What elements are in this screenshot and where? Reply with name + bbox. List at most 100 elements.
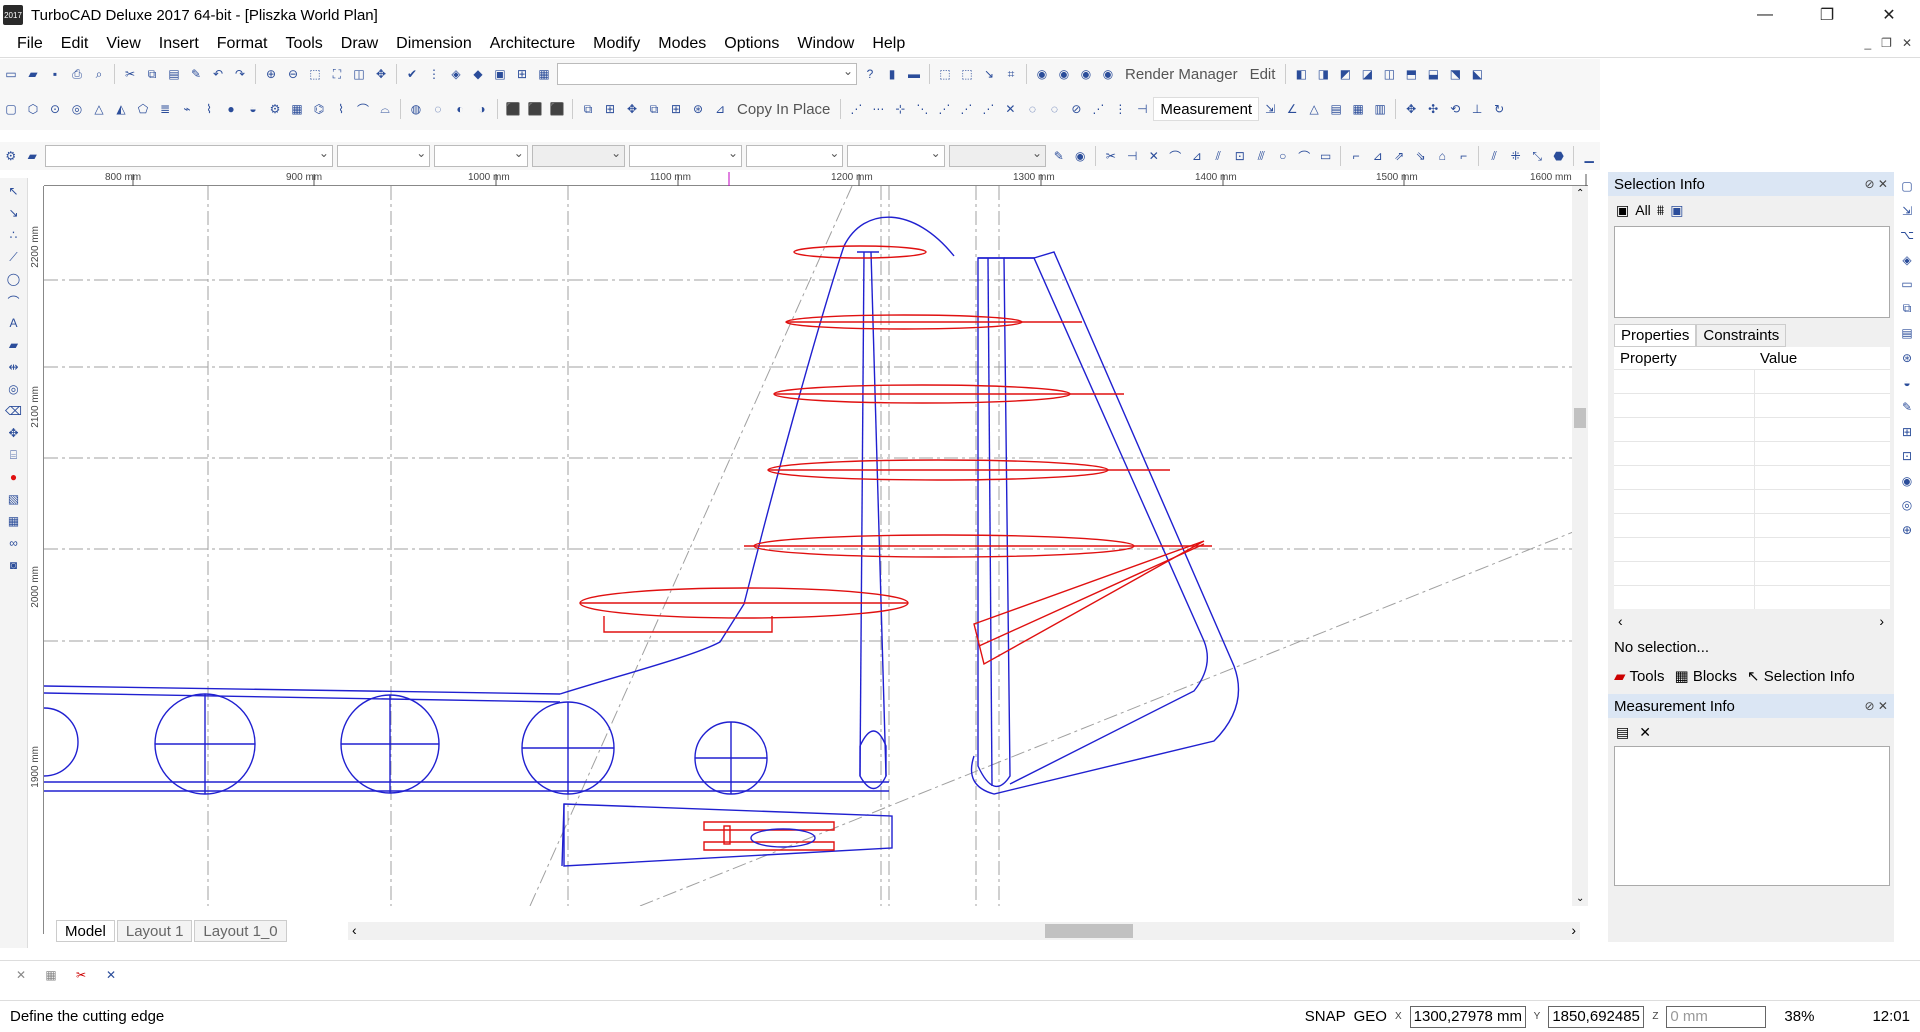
snap-extend-icon[interactable]: ⋰ bbox=[1089, 100, 1107, 118]
sphere-icon[interactable]: ● bbox=[222, 100, 240, 118]
layer-icon[interactable]: ◈ bbox=[447, 65, 465, 83]
transform-reset-icon[interactable]: ↻ bbox=[1490, 100, 1508, 118]
select-filter-icon[interactable]: ▣ bbox=[1616, 202, 1629, 219]
lineweight-select[interactable] bbox=[531, 145, 626, 167]
circle-draw-icon[interactable]: ◯ bbox=[5, 270, 23, 288]
menu-insert[interactable]: Insert bbox=[150, 35, 208, 53]
sweep-icon[interactable]: ⌁ bbox=[178, 100, 196, 118]
clear-icon[interactable]: ✕ bbox=[1639, 724, 1651, 741]
doc-restore-icon[interactable]: ❐ bbox=[1881, 36, 1892, 50]
block-icon[interactable]: ▣ bbox=[491, 65, 509, 83]
select-arrow-icon[interactable]: ↖ bbox=[5, 182, 23, 200]
chamfer-icon[interactable]: ⌓ bbox=[376, 100, 394, 118]
palette-icon-3[interactable]: ⌥ bbox=[1898, 227, 1916, 244]
scroll-down-icon[interactable]: ⌄ bbox=[1576, 893, 1584, 904]
snap-align-icon[interactable]: ⋮ bbox=[1111, 100, 1129, 118]
palette-icon-13[interactable]: ◉ bbox=[1898, 472, 1916, 489]
zoom-in-icon[interactable]: ⊕ bbox=[262, 65, 280, 83]
stretch-icon[interactable]: ⇗ bbox=[1390, 147, 1408, 165]
snap-tangent-icon[interactable]: ⋰ bbox=[935, 100, 953, 118]
y-coordinate-field[interactable]: 1850,692485 bbox=[1548, 1005, 1645, 1028]
geo-toggle[interactable]: GEO bbox=[1354, 1008, 1387, 1025]
table-toggle-icon[interactable]: ▦ bbox=[42, 966, 60, 984]
drawing-canvas[interactable] bbox=[44, 186, 1588, 906]
tool-option-icon-2[interactable]: ✕ bbox=[102, 966, 120, 984]
underline-icon[interactable]: ▁ bbox=[1580, 147, 1598, 165]
save-icon[interactable]: ▪ bbox=[46, 65, 64, 83]
snap-angle-icon[interactable]: ⊣ bbox=[1133, 100, 1151, 118]
view-back-icon[interactable]: ◨ bbox=[1314, 65, 1332, 83]
stop-icon[interactable]: ⬣ bbox=[1550, 147, 1568, 165]
render-icon-1[interactable]: ◉ bbox=[1033, 65, 1051, 83]
zoom-out-icon[interactable]: ⊖ bbox=[284, 65, 302, 83]
menu-view[interactable]: View bbox=[97, 35, 149, 53]
mesh-icon[interactable]: ▦ bbox=[288, 100, 306, 118]
cancel-icon[interactable]: ✕ bbox=[12, 966, 30, 984]
select-blue-icon[interactable]: ▣ bbox=[1670, 202, 1683, 219]
menu-modes[interactable]: Modes bbox=[649, 35, 715, 53]
menu-edit[interactable]: Edit bbox=[52, 35, 98, 53]
thickness-select[interactable] bbox=[948, 145, 1046, 167]
explode-2d-icon[interactable]: ⁜ bbox=[1507, 147, 1525, 165]
grid-array-icon[interactable]: ⊞ bbox=[601, 100, 619, 118]
palette-icon-4[interactable]: ◈ bbox=[1898, 252, 1916, 269]
extend-icon[interactable]: ⊣ bbox=[1123, 147, 1141, 165]
snap-perp-icon[interactable]: ⋰ bbox=[957, 100, 975, 118]
join-icon[interactable]: ⫻ bbox=[1252, 147, 1270, 165]
menu-dimension[interactable]: Dimension bbox=[387, 35, 481, 53]
scroll-thumb[interactable] bbox=[1574, 408, 1586, 428]
doc-minimize-icon[interactable]: _ bbox=[1864, 36, 1871, 50]
shell-icon[interactable]: ◑ bbox=[473, 100, 491, 118]
split-icon[interactable]: ⫽ bbox=[1485, 147, 1503, 165]
table-icon[interactable]: ▤ bbox=[1616, 724, 1629, 741]
selection-info-tab[interactable]: ↖ Selection Info bbox=[1747, 667, 1855, 685]
stop-tool-icon[interactable]: ● bbox=[5, 468, 23, 486]
offset-icon[interactable]: ⫽ bbox=[1209, 147, 1227, 165]
snap-intersect-icon[interactable]: ✕ bbox=[1001, 100, 1019, 118]
trim-icon[interactable]: ✂ bbox=[1102, 147, 1120, 165]
layer-tool-icon[interactable]: ▦ bbox=[5, 512, 23, 530]
menu-modify[interactable]: Modify bbox=[584, 35, 649, 53]
explode-icon[interactable]: ⊞ bbox=[513, 65, 531, 83]
cube-icon[interactable]: ⬡ bbox=[24, 100, 42, 118]
camera-icon[interactable]: ◙ bbox=[5, 556, 23, 574]
print-icon[interactable]: ⎙ bbox=[68, 65, 86, 83]
extrude-icon[interactable]: ⬛ bbox=[504, 100, 522, 118]
layer-select[interactable] bbox=[45, 145, 333, 167]
transform-scale-icon[interactable]: ⟲ bbox=[1446, 100, 1464, 118]
select-filter-icon[interactable]: ◆ bbox=[469, 65, 487, 83]
cone-icon[interactable]: △ bbox=[90, 100, 108, 118]
palette-icon-12[interactable]: ⊡ bbox=[1898, 448, 1916, 465]
palette-icon-2[interactable]: ⇲ bbox=[1898, 203, 1916, 220]
zoom-previous-icon[interactable]: ◫ bbox=[350, 65, 368, 83]
measure-grid-icon[interactable]: ▦ bbox=[1349, 100, 1367, 118]
circle-icon[interactable]: ○ bbox=[1274, 147, 1292, 165]
settings-icon[interactable]: ⚙ bbox=[2, 147, 20, 165]
text-icon[interactable]: A bbox=[5, 314, 23, 332]
pipe-icon[interactable]: ⌬ bbox=[310, 100, 328, 118]
scroll-left-icon[interactable]: ‹ bbox=[352, 922, 357, 938]
menu-file[interactable]: File bbox=[8, 35, 52, 53]
snap-icon-1[interactable]: ⬚ bbox=[936, 65, 954, 83]
select-tool-icon[interactable]: ⩩ bbox=[1657, 202, 1664, 219]
width-select[interactable] bbox=[847, 145, 945, 167]
cut-icon[interactable]: ✂ bbox=[121, 65, 139, 83]
transform-mirror-icon[interactable]: ⊥ bbox=[1468, 100, 1486, 118]
minimize-button[interactable]: — bbox=[1734, 0, 1796, 30]
menu-architecture[interactable]: Architecture bbox=[481, 35, 584, 53]
loft-icon[interactable]: ⬛ bbox=[548, 100, 566, 118]
spring-icon[interactable]: ⌇ bbox=[200, 100, 218, 118]
pencil-icon[interactable]: ✎ bbox=[1050, 147, 1068, 165]
view-front-icon[interactable]: ◧ bbox=[1292, 65, 1310, 83]
check-icon[interactable]: ✔ bbox=[403, 65, 421, 83]
copy-icon[interactable]: ⧉ bbox=[143, 65, 161, 83]
transform-move-icon[interactable]: ✥ bbox=[1402, 100, 1420, 118]
redo-icon[interactable]: ↷ bbox=[231, 65, 249, 83]
library-icon[interactable]: ▦ bbox=[535, 65, 553, 83]
node-edit-icon[interactable]: ⌐ bbox=[1347, 147, 1365, 165]
cylinder-icon[interactable]: ⊙ bbox=[46, 100, 64, 118]
pan-icon[interactable]: ✥ bbox=[372, 65, 390, 83]
object-trim-icon[interactable]: ✕ bbox=[1145, 147, 1163, 165]
render-manager-button[interactable]: Render Manager bbox=[1125, 66, 1238, 83]
palette-icon-7[interactable]: ▤ bbox=[1898, 325, 1916, 342]
